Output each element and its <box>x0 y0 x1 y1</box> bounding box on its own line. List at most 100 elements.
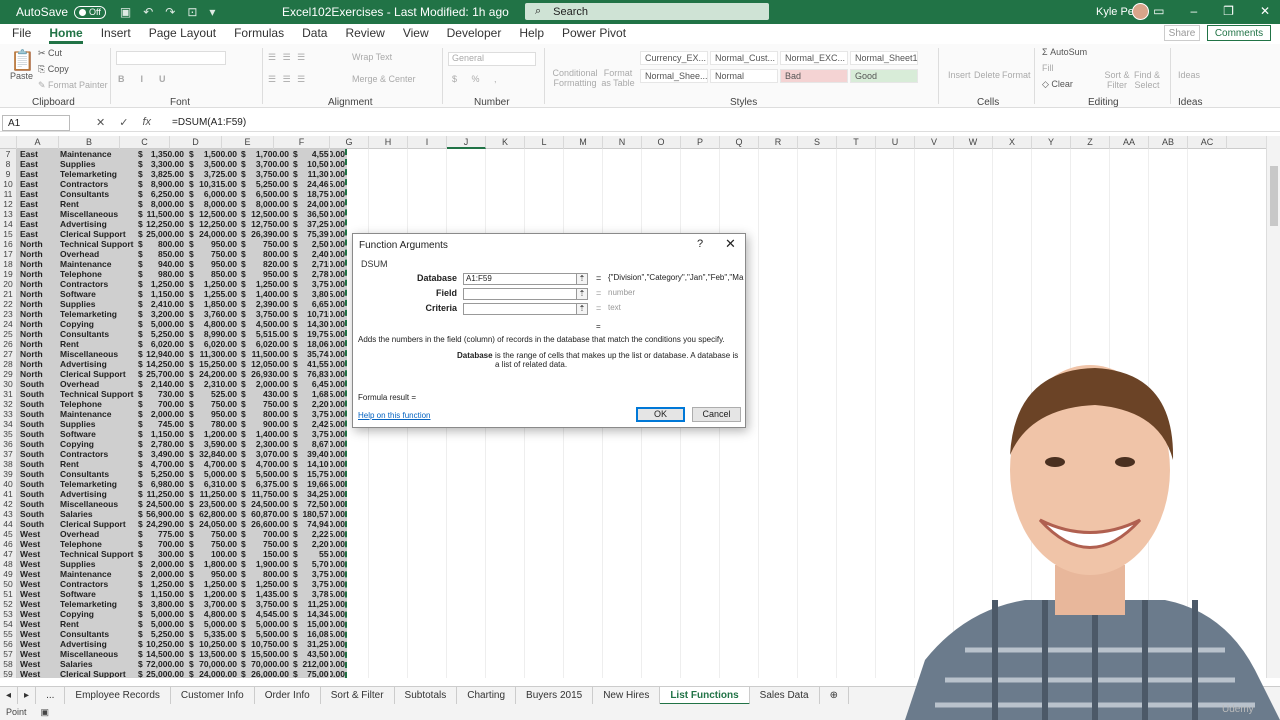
range-picker-icon[interactable]: ⇡ <box>576 303 588 315</box>
grid-cell[interactable]: $5,250.00 <box>136 469 186 479</box>
grid-cell[interactable]: Overhead <box>60 249 136 259</box>
row-number[interactable]: 20 <box>0 279 17 289</box>
grid-cell[interactable]: $2,200.00 <box>291 399 347 409</box>
grid-cell[interactable]: South <box>20 429 60 439</box>
sheet-tab[interactable]: ... <box>36 686 66 705</box>
grid-cell[interactable]: $62,800.00 <box>187 509 239 519</box>
grid-cell[interactable]: $13,500.00 <box>187 649 239 659</box>
grid-cell[interactable]: $780.00 <box>187 419 239 429</box>
grid-cell[interactable]: East <box>20 149 60 159</box>
row-number[interactable]: 27 <box>0 349 17 359</box>
grid-cell[interactable]: $730.00 <box>136 389 186 399</box>
grid-cell[interactable]: $11,500.00 <box>239 349 291 359</box>
column-header-x[interactable]: X <box>993 136 1032 149</box>
column-header-n[interactable]: N <box>603 136 642 149</box>
tab-formulas[interactable]: Formulas <box>234 26 284 44</box>
grid-cell[interactable]: $5,335.00 <box>187 629 239 639</box>
grid-cell[interactable]: $8,900.00 <box>136 179 186 189</box>
grid-cell[interactable]: West <box>20 649 60 659</box>
grid-cell[interactable]: Software <box>60 289 136 299</box>
select-all-corner[interactable] <box>0 136 17 149</box>
grid-cell[interactable]: East <box>20 159 60 169</box>
tab-developer[interactable]: Developer <box>447 26 502 44</box>
grid-cell[interactable]: West <box>20 549 60 559</box>
grid-cell[interactable]: $2,425.00 <box>291 419 347 429</box>
grid-cell[interactable]: $820.00 <box>239 259 291 269</box>
grid-cell[interactable]: $6,450.00 <box>291 379 347 389</box>
grid-cell[interactable]: $750.00 <box>239 539 291 549</box>
grid-cell[interactable]: $14,100.00 <box>291 459 347 469</box>
grid-cell[interactable]: $745.00 <box>136 419 186 429</box>
prev-sheet-icon[interactable]: ◂ <box>0 686 19 705</box>
grid-cell[interactable]: $1,400.00 <box>239 429 291 439</box>
column-header-a[interactable]: A <box>17 136 59 149</box>
grid-cell[interactable]: Supplies <box>60 159 136 169</box>
grid-cell[interactable]: $8,000.00 <box>136 199 186 209</box>
grid-cell[interactable]: $3,785.00 <box>291 589 347 599</box>
grid-cell[interactable]: Clerical Support <box>60 229 136 239</box>
grid-cell[interactable]: $32,840.00 <box>187 449 239 459</box>
grid-cell[interactable]: $5,000.00 <box>187 619 239 629</box>
macro-record-icon[interactable]: ▣ <box>41 707 50 718</box>
search-box[interactable]: ⌕ Search <box>525 3 769 20</box>
grid-cell[interactable]: Contractors <box>60 179 136 189</box>
find-select-button[interactable]: Find & Select <box>1132 70 1162 90</box>
grid-cell[interactable]: East <box>20 179 60 189</box>
grid-cell[interactable]: $12,500.00 <box>239 209 291 219</box>
tab-data[interactable]: Data <box>302 26 327 44</box>
grid-cell[interactable]: West <box>20 659 60 669</box>
row-number[interactable]: 56 <box>0 639 17 649</box>
row-number[interactable]: 51 <box>0 589 17 599</box>
grid-cell[interactable]: $4,545.00 <box>239 609 291 619</box>
grid-cell[interactable]: $24,290.00 <box>136 519 186 529</box>
grid-cell[interactable]: South <box>20 469 60 479</box>
paste-button[interactable]: Paste <box>10 71 33 81</box>
grid-cell[interactable]: $750.00 <box>187 529 239 539</box>
grid-cell[interactable]: Miscellaneous <box>60 209 136 219</box>
grid-cell[interactable]: West <box>20 639 60 649</box>
grid-cell[interactable]: $1,250.00 <box>187 579 239 589</box>
grid-cell[interactable]: $15,750.00 <box>291 469 347 479</box>
grid-cell[interactable]: East <box>20 209 60 219</box>
grid-cell[interactable]: Copying <box>60 319 136 329</box>
grid-cell[interactable]: $43,500.00 <box>291 649 347 659</box>
grid-cell[interactable]: $1,350.00 <box>136 149 186 159</box>
grid-cell[interactable]: $3,070.00 <box>239 449 291 459</box>
grid-cell[interactable]: $850.00 <box>187 269 239 279</box>
grid-cell[interactable]: $525.00 <box>187 389 239 399</box>
grid-cell[interactable]: South <box>20 409 60 419</box>
grid-cell[interactable]: $2,000.00 <box>136 569 186 579</box>
grid-cell[interactable]: West <box>20 629 60 639</box>
grid-cell[interactable]: West <box>20 539 60 549</box>
grid-cell[interactable]: $25,700.00 <box>136 369 186 379</box>
row-number[interactable]: 8 <box>0 159 17 169</box>
row-number[interactable]: 49 <box>0 569 17 579</box>
grid-cell[interactable]: $16,085.00 <box>291 629 347 639</box>
style-normal-shee[interactable]: Normal_Shee... <box>640 69 708 83</box>
grid-cell[interactable]: Salaries <box>60 509 136 519</box>
grid-cell[interactable]: $940.00 <box>136 259 186 269</box>
grid-cell[interactable]: $72,000.00 <box>136 659 186 669</box>
grid-cell[interactable]: Overhead <box>60 379 136 389</box>
grid-cell[interactable]: $6,020.00 <box>239 339 291 349</box>
grid-cell[interactable]: $800.00 <box>239 409 291 419</box>
grid-cell[interactable]: $14,300.00 <box>291 319 347 329</box>
grid-cell[interactable]: South <box>20 439 60 449</box>
grid-cell[interactable]: Telemarketing <box>60 479 136 489</box>
grid-cell[interactable]: North <box>20 269 60 279</box>
grid-cell[interactable]: Advertising <box>60 489 136 499</box>
grid-cell[interactable]: Rent <box>60 619 136 629</box>
grid-cell[interactable]: $750.00 <box>187 399 239 409</box>
row-number[interactable]: 52 <box>0 599 17 609</box>
formula-input[interactable]: =DSUM(A1:F59) <box>172 117 246 128</box>
row-number[interactable]: 38 <box>0 459 17 469</box>
grid-cell[interactable]: North <box>20 349 60 359</box>
grid-cell[interactable]: $3,750.00 <box>291 279 347 289</box>
grid-cell[interactable]: $5,000.00 <box>136 619 186 629</box>
grid-cell[interactable]: $3,300.00 <box>136 159 186 169</box>
database-input[interactable]: A1:F59 <box>463 273 579 285</box>
grid-cell[interactable]: $18,750.00 <box>291 189 347 199</box>
grid-cell[interactable]: Telemarketing <box>60 309 136 319</box>
grid-cell[interactable]: $76,830.00 <box>291 369 347 379</box>
grid-cell[interactable]: Supplies <box>60 299 136 309</box>
